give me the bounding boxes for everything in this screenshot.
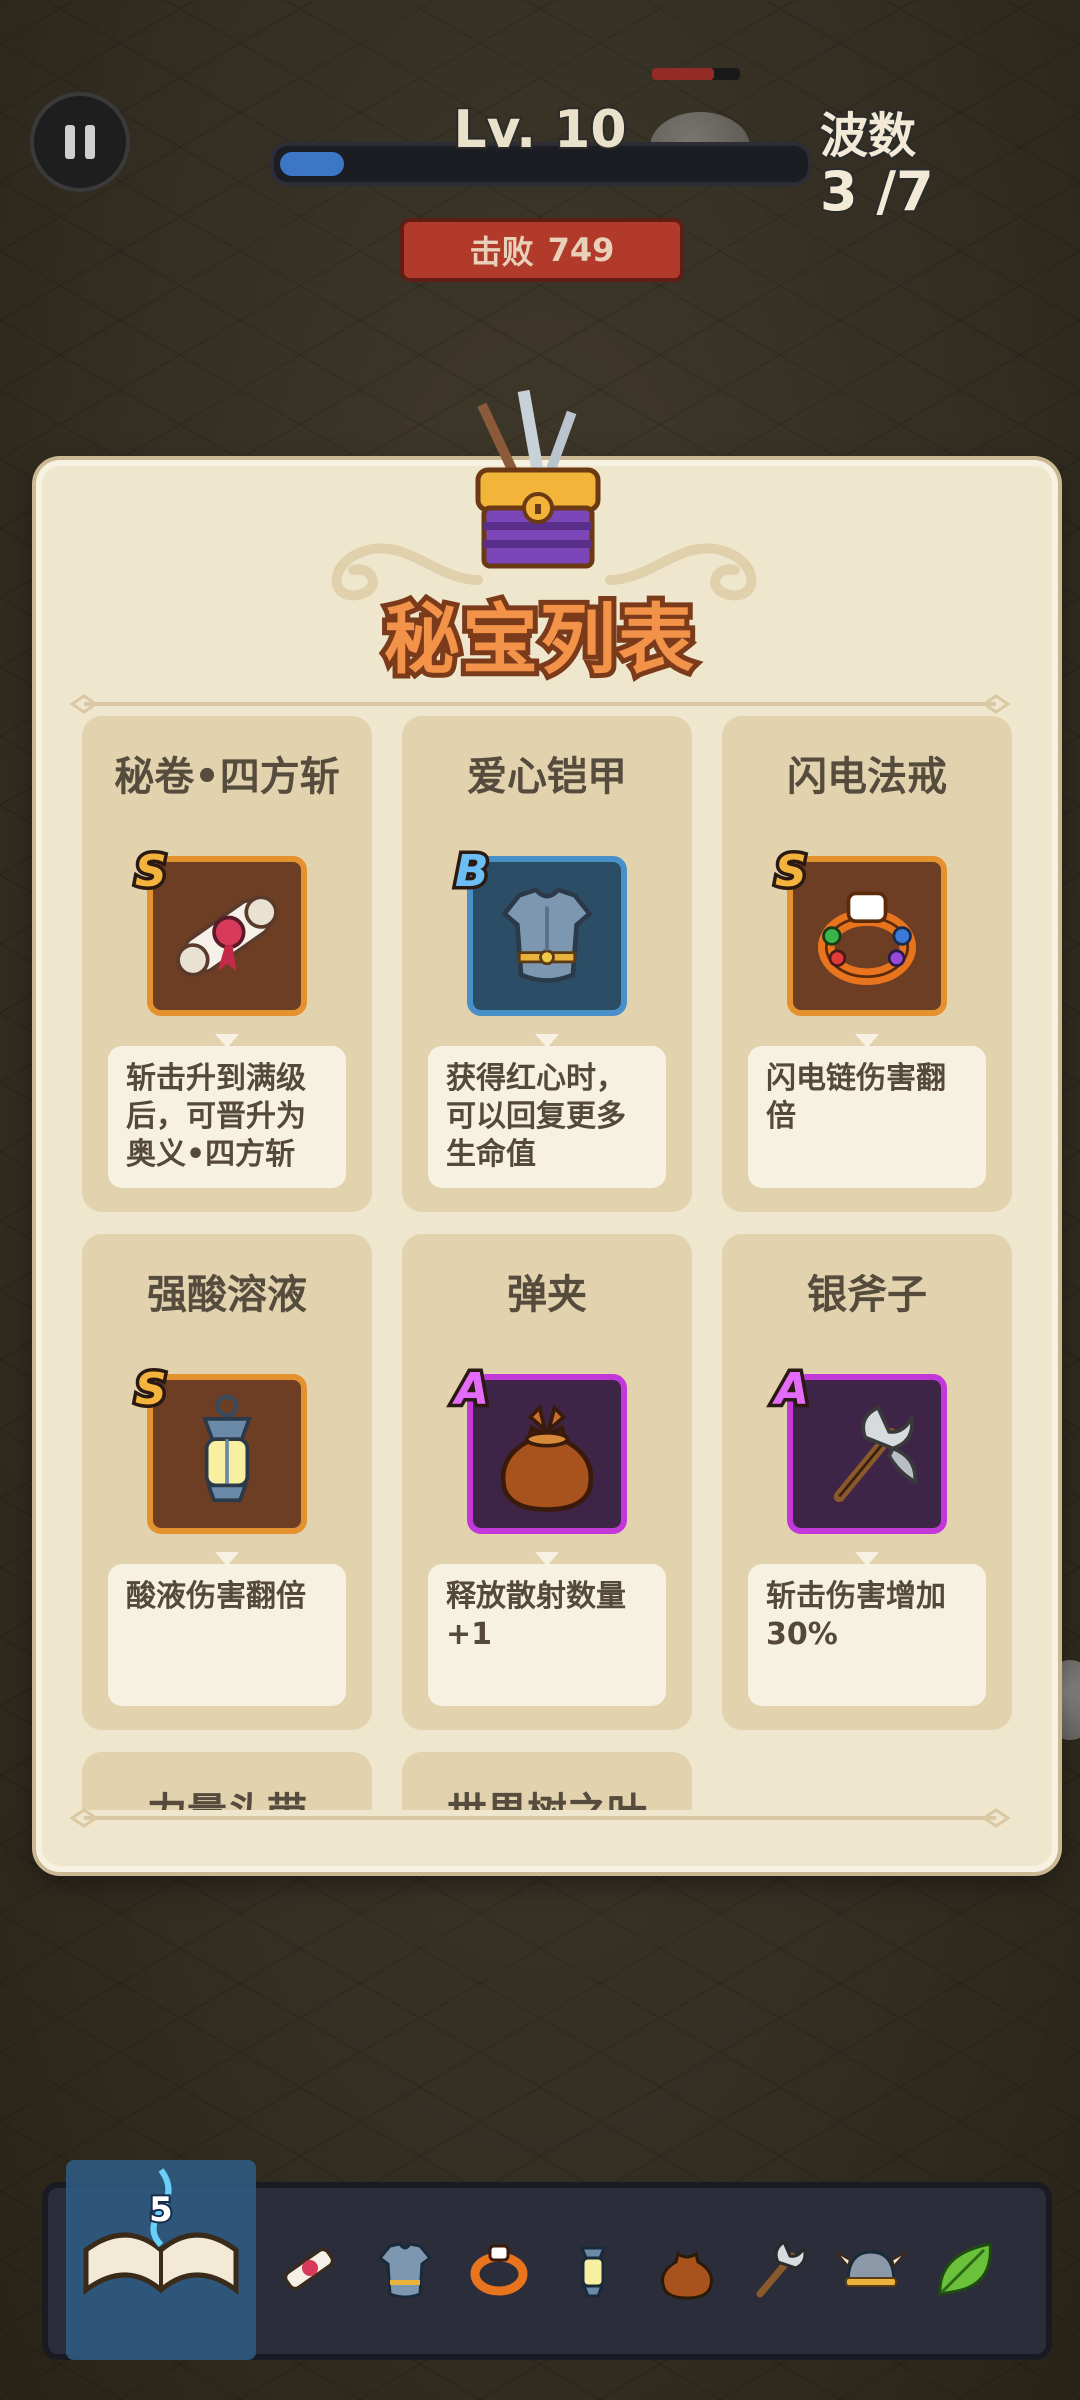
treasure-description: 释放散射数量+1 bbox=[428, 1564, 666, 1706]
treasure-icon-frame: S bbox=[132, 1361, 307, 1534]
xp-progress-fill bbox=[280, 152, 345, 176]
pause-button[interactable] bbox=[30, 92, 130, 192]
wave-counter: 3 /7 bbox=[818, 158, 936, 225]
treasure-icon-frame: S bbox=[132, 843, 307, 1016]
armor-icon bbox=[377, 2242, 433, 2299]
scroll-icon bbox=[176, 895, 278, 977]
panel-title: 秘宝列表 bbox=[379, 590, 699, 689]
inventory-slot-armor[interactable] bbox=[368, 2232, 442, 2306]
kills-banner: 击败 749 bbox=[400, 218, 684, 282]
treasure-description: 闪电链伤害翻倍 bbox=[748, 1046, 986, 1188]
inventory-slot-leaf[interactable] bbox=[928, 2232, 1002, 2306]
rank-badge: S bbox=[132, 1361, 171, 1419]
treasure-description: 斩击伤害增加30% bbox=[748, 1564, 986, 1706]
pause-icon bbox=[65, 125, 75, 159]
inventory-slot-lantern[interactable] bbox=[556, 2232, 630, 2306]
armor-icon bbox=[501, 887, 593, 983]
wave-label: 波数 bbox=[818, 106, 918, 166]
inventory-slot-axe[interactable] bbox=[742, 2232, 816, 2306]
treasure-card[interactable]: 银斧子 A 斩击伤害增加30% bbox=[722, 1234, 1012, 1730]
inventory-slot-scroll[interactable] bbox=[272, 2232, 346, 2306]
treasure-card[interactable]: 弹夹 A 释放散射数量+1 bbox=[402, 1234, 692, 1730]
treasure-name: 世界树之叶 bbox=[402, 1780, 692, 1810]
ring-icon bbox=[470, 2244, 528, 2296]
treasure-name: 强酸溶液 bbox=[147, 1272, 307, 1318]
treasure-grid[interactable]: 秘卷•四方斩 S 斩击升到满级后，可晋升为奥义•四方斩 爱心铠甲 B 获得红心时… bbox=[82, 716, 1022, 1810]
rank-badge: A bbox=[771, 1361, 812, 1419]
rank-badge: S bbox=[772, 843, 811, 901]
treasure-name: 秘卷•四方斩 bbox=[114, 754, 340, 800]
treasure-card[interactable]: 世界树之叶 bbox=[402, 1752, 692, 1810]
ring-icon bbox=[817, 891, 917, 986]
leaf-icon bbox=[938, 2242, 992, 2296]
treasure-description: 斩击升到满级后，可晋升为奥义•四方斩 bbox=[108, 1046, 346, 1188]
treasure-name: 力量头带 bbox=[82, 1780, 372, 1810]
inventory-slot-ring[interactable] bbox=[462, 2232, 536, 2306]
rank-badge: B bbox=[452, 843, 492, 901]
treasure-name: 弹夹 bbox=[507, 1272, 587, 1318]
treasure-icon-frame: A bbox=[451, 1361, 627, 1534]
scroll-icon bbox=[284, 2248, 334, 2290]
divider-bottom bbox=[70, 1808, 1010, 1828]
inventory-slot-helmet[interactable] bbox=[834, 2232, 908, 2306]
player-level: Lv. 10 bbox=[451, 98, 628, 162]
treasure-name: 闪电法戒 bbox=[787, 754, 947, 800]
lantern-icon bbox=[202, 1394, 252, 1503]
treasure-icon-frame: B bbox=[452, 843, 627, 1016]
divider-top bbox=[70, 694, 1010, 714]
treasure-name: 爱心铠甲 bbox=[467, 754, 627, 800]
axe-icon bbox=[833, 1405, 918, 1503]
rank-badge: A bbox=[451, 1361, 492, 1419]
pouch-icon bbox=[500, 1404, 594, 1512]
treasure-card[interactable]: 力量头带 bbox=[82, 1752, 372, 1810]
lantern-icon bbox=[579, 2246, 607, 2298]
treasure-description: 酸液伤害翻倍 bbox=[108, 1564, 346, 1706]
axe-icon bbox=[756, 2239, 807, 2298]
inventory-slot-pouch[interactable] bbox=[650, 2232, 724, 2306]
treasure-card[interactable]: 强酸溶液 S 酸液伤害翻倍 bbox=[82, 1234, 372, 1730]
helmet-icon bbox=[835, 2250, 907, 2287]
skill-book-count: 5 bbox=[147, 2188, 175, 2232]
kills-label: 击败 bbox=[469, 233, 534, 271]
treasure-card[interactable]: 爱心铠甲 B 获得红心时，可以回复更多生命值 bbox=[402, 716, 692, 1212]
treasure-icon-frame: A bbox=[771, 1361, 947, 1534]
pouch-icon bbox=[661, 2251, 713, 2300]
treasure-icon-frame: S bbox=[772, 843, 947, 1016]
treasure-name: 银斧子 bbox=[807, 1272, 927, 1318]
kills-count: 749 bbox=[547, 231, 615, 269]
treasure-card[interactable]: 秘卷•四方斩 S 斩击升到满级后，可晋升为奥义•四方斩 bbox=[82, 716, 372, 1212]
treasure-description: 获得红心时，可以回复更多生命值 bbox=[428, 1046, 666, 1188]
treasure-card[interactable]: 闪电法戒 S 闪电链伤害翻倍 bbox=[722, 716, 1012, 1212]
treasure-chest-icon bbox=[475, 390, 601, 569]
rank-badge: S bbox=[132, 843, 171, 901]
